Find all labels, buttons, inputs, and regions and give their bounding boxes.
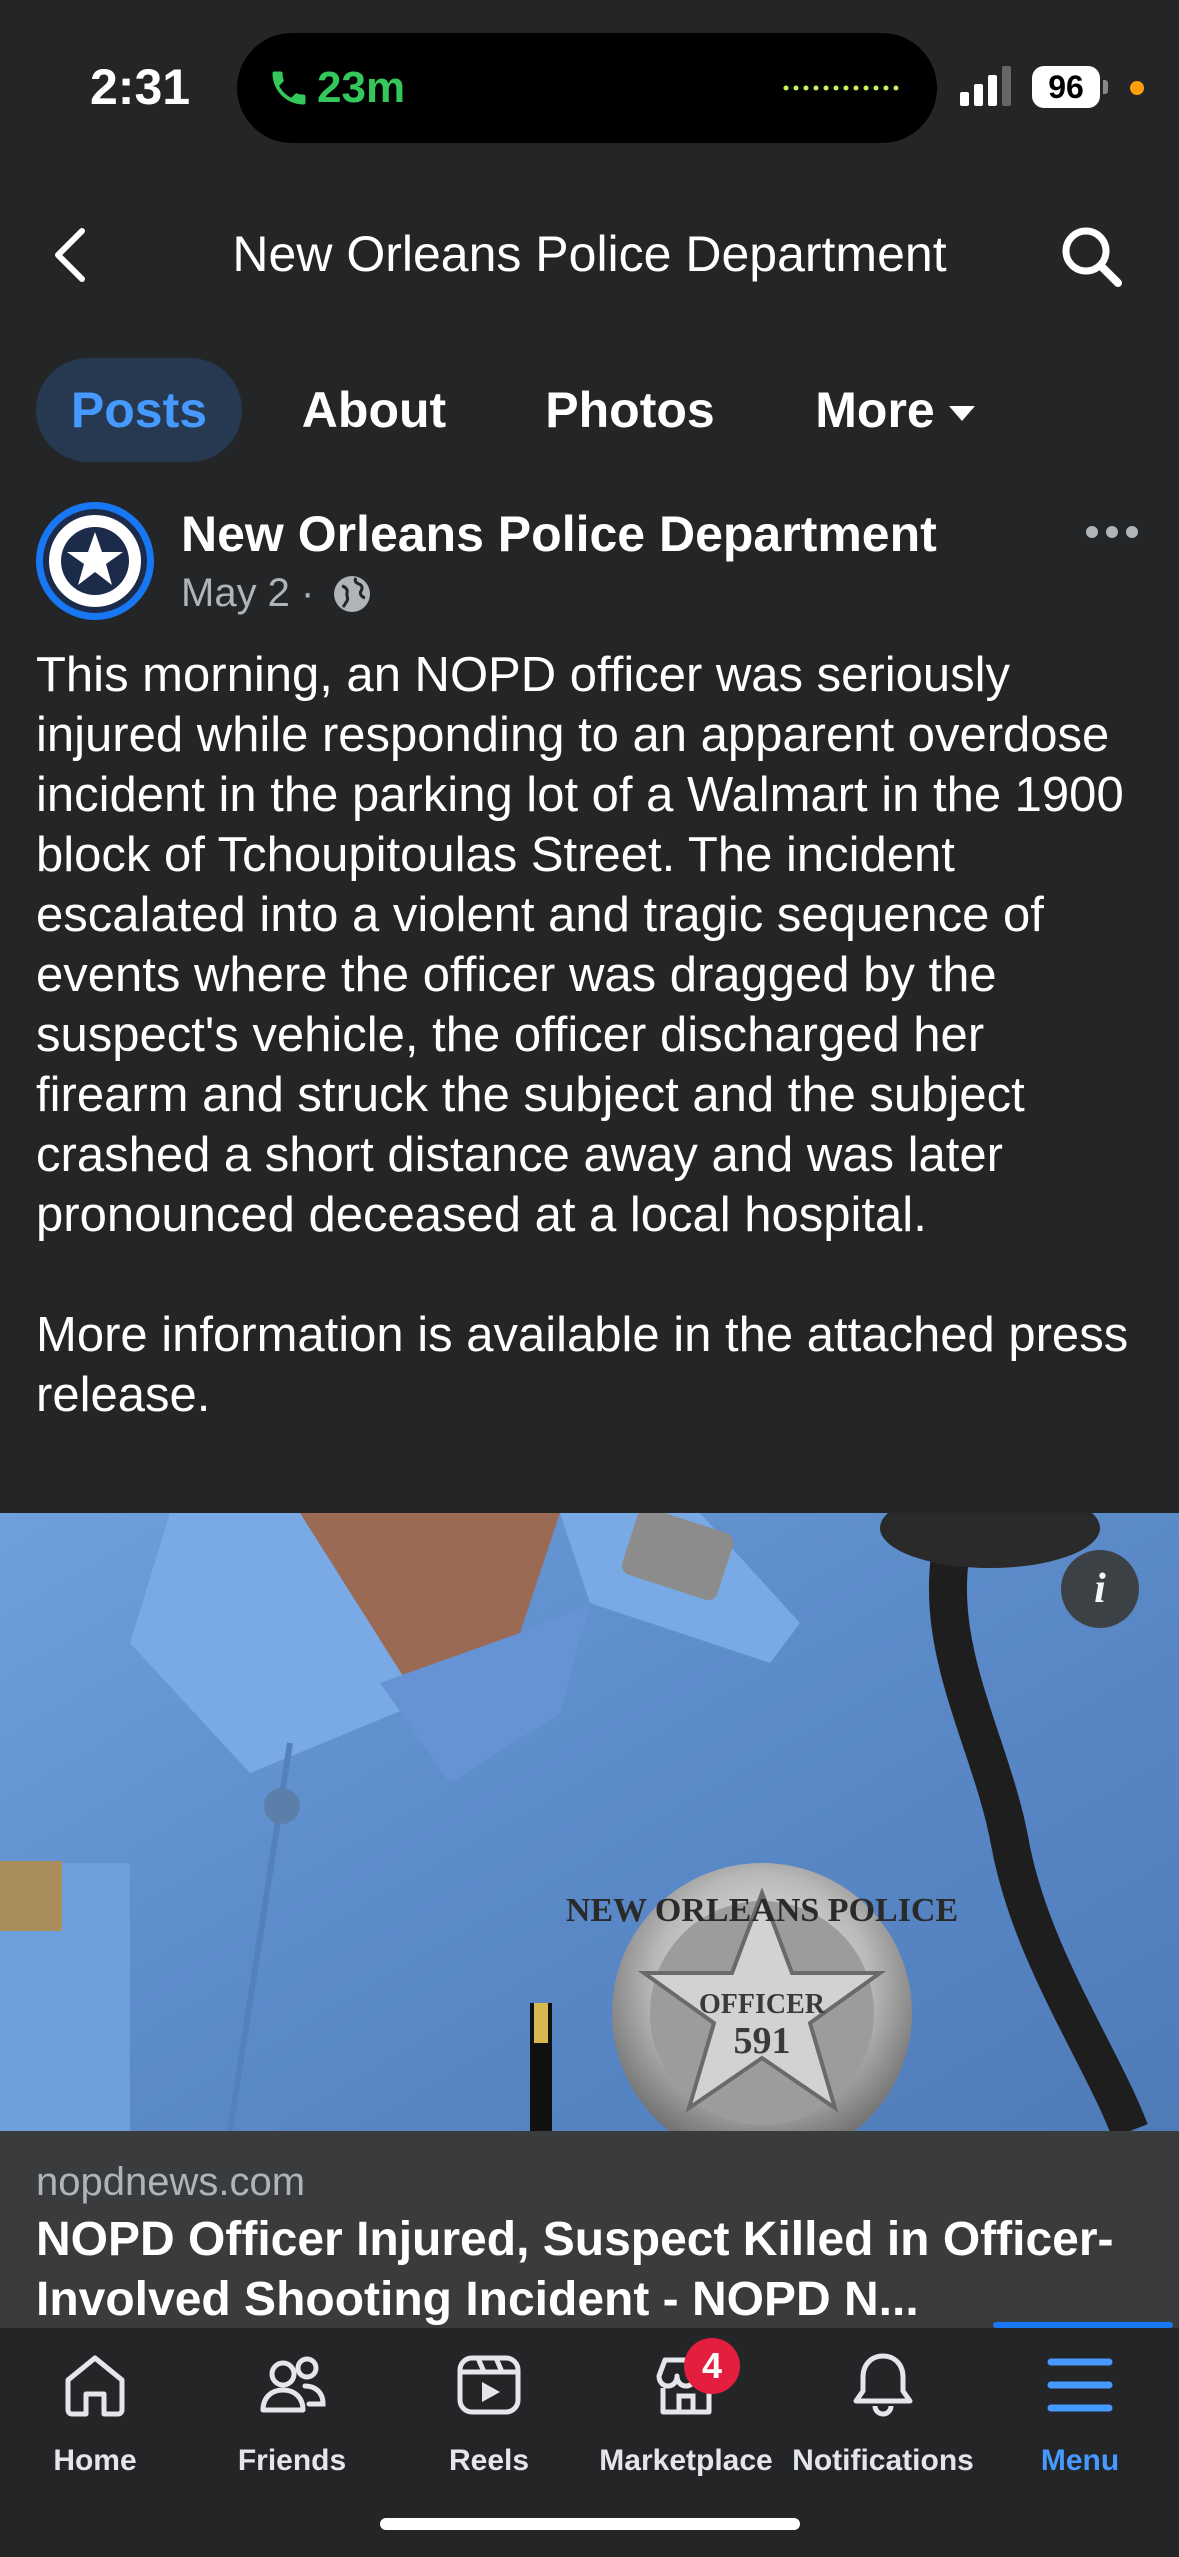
nav-reels[interactable]: Reels	[391, 2348, 587, 2478]
battery-indicator: 96	[1032, 66, 1100, 108]
badge-number-text: 591	[734, 2020, 791, 2062]
nav-friends[interactable]: Friends	[194, 2348, 390, 2478]
badge-officer-text: OFFICER	[699, 1989, 826, 2020]
tab-more-label: More	[815, 382, 935, 438]
nav-menu[interactable]: Menu	[982, 2348, 1178, 2478]
nav-notifications-label: Notifications	[792, 2444, 974, 2477]
tab-more[interactable]: More	[795, 358, 995, 462]
badge-top-text: NEW ORLEANS POLICE	[566, 1892, 958, 1929]
nav-home[interactable]: Home	[0, 2348, 193, 2478]
page-avatar[interactable]	[36, 502, 154, 620]
post-paragraph: This morning, an NOPD officer was seriou…	[36, 648, 1124, 1242]
officer-uniform-illustration: NEW ORLEANS POLICE OFFICER 591	[0, 1513, 1148, 2131]
call-duration: 23m	[317, 63, 406, 112]
more-options-icon[interactable]	[1085, 525, 1139, 539]
tab-about-label: About	[301, 382, 447, 438]
caret-down-icon	[948, 405, 975, 421]
tab-photos-label: Photos	[545, 382, 715, 438]
page-title: New Orleans Police Department	[232, 226, 947, 282]
status-time: 2:31	[90, 59, 191, 115]
post-date[interactable]: May 2 ·	[181, 571, 314, 616]
bell-icon	[853, 2353, 913, 2417]
home-indicator[interactable]	[380, 2518, 800, 2530]
menu-icon	[1047, 2358, 1113, 2412]
nav-reels-label: Reels	[448, 2444, 530, 2477]
post-paragraph: More information is available in the att…	[36, 1308, 1129, 1422]
reels-icon	[457, 2355, 521, 2415]
nav-menu-label: Menu	[1040, 2444, 1120, 2477]
privacy-indicator-dot	[1130, 81, 1144, 95]
globe-icon	[334, 575, 371, 612]
link-domain: nopdnews.com	[36, 2160, 306, 2204]
cellular-signal-icon	[960, 66, 1011, 106]
post-image[interactable]: NEW ORLEANS POLICE OFFICER 591	[0, 1513, 1179, 2131]
nav-marketplace-label: Marketplace	[599, 2444, 773, 2477]
tab-photos[interactable]: Photos	[530, 358, 730, 462]
active-tab-indicator	[993, 2322, 1173, 2328]
audio-wave-icon	[783, 85, 899, 91]
phone-call-icon	[272, 71, 306, 105]
friends-icon	[260, 2356, 326, 2413]
nav-home-label: Home	[53, 2444, 137, 2477]
link-title[interactable]: NOPD Officer Injured, Suspect Killed in …	[36, 2210, 1146, 2330]
post-author[interactable]: New Orleans Police Department	[181, 505, 937, 563]
info-icon[interactable]: i	[1061, 1550, 1139, 1628]
nav-notifications[interactable]: Notifications	[785, 2348, 981, 2478]
tab-about[interactable]: About	[286, 358, 462, 462]
home-icon	[65, 2355, 125, 2417]
marketplace-notification-badge: 4	[684, 2338, 740, 2394]
dynamic-island[interactable]: 23m	[237, 33, 937, 143]
search-icon[interactable]	[1060, 225, 1124, 289]
post-text: This morning, an NOPD officer was seriou…	[36, 645, 1146, 1425]
tab-posts[interactable]: Posts	[36, 358, 242, 462]
nav-friends-label: Friends	[237, 2444, 347, 2477]
battery-tip	[1103, 80, 1108, 94]
tab-posts-label: Posts	[70, 382, 208, 438]
post-meta: May 2 ·	[181, 571, 372, 616]
